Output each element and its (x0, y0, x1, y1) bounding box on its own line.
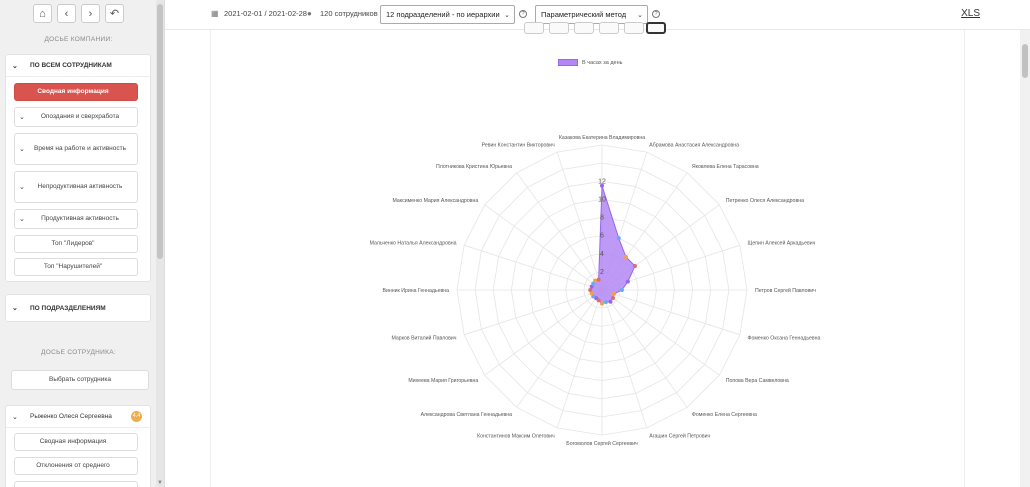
company-dossier-title: ДОСЬЕ КОМПАНИИ: (44, 36, 113, 43)
sidebar-item-top-violators[interactable]: Топ "Нарушителей" (14, 258, 138, 276)
chart-tool-button-active[interactable] (646, 22, 666, 34)
nav-buttons: ⌂ ‹ › ↶ (33, 4, 124, 23)
sidebar-item-unproductive[interactable]: ⌄ Непродуктивная активность (14, 171, 138, 203)
undo-icon[interactable]: ↶ (105, 4, 124, 23)
sidebar-item-productive[interactable]: ⌄ Продуктивная активность (14, 209, 138, 229)
by-departments-panel: ⌄ ПО ПОДРАЗДЕЛЕНИЯМ (5, 294, 151, 322)
by-departments-header[interactable]: ⌄ ПО ПОДРАЗДЕЛЕНИЯМ (6, 295, 150, 321)
all-employees-header[interactable]: ⌄ ПО ВСЕМ СОТРУДНИКАМ (6, 55, 150, 77)
sidebar-item-summary[interactable]: Сводная информация (14, 83, 138, 101)
legend-swatch (558, 59, 578, 66)
sidebar-item-top-leaders[interactable]: Топ "Лидеров" (14, 235, 138, 253)
chart-tool-button[interactable] (574, 22, 594, 34)
forward-icon[interactable]: › (81, 4, 100, 23)
chart-tool-button[interactable] (549, 22, 569, 34)
sidebar-item-time-at-work[interactable]: ⌄ Время на работе и активность (14, 133, 138, 165)
sidebar-item-lateness[interactable]: ⌄ Опоздания и сверхработа (14, 107, 138, 127)
top-toolbar: ▦ 2021-02-01 / 2021-02-28 ● 120 сотрудни… (165, 0, 1030, 30)
main-scroll-thumb[interactable] (1022, 44, 1028, 78)
main-scrollbar[interactable] (1020, 30, 1030, 487)
chevron-down-icon: ⌄ (12, 413, 18, 421)
chevron-down-icon: ⌄ (19, 114, 25, 121)
employee-item-deviations[interactable]: Отклонения от среднего (14, 457, 138, 475)
xls-export-link[interactable]: XLS (961, 8, 980, 19)
date-range[interactable]: 2021-02-01 / 2021-02-28 (224, 9, 307, 18)
chart-tool-button[interactable] (599, 22, 619, 34)
chevron-down-icon: ⌄ (19, 216, 25, 223)
chart-container (210, 22, 965, 487)
help-icon[interactable]: ? (652, 10, 660, 18)
sidebar: ⌂ ‹ › ↶ ДОСЬЕ КОМПАНИИ: ⌄ ПО ВСЕМ СОТРУД… (0, 0, 165, 487)
employee-rating-badge: 4.4 (131, 411, 142, 422)
chart-tool-button[interactable] (624, 22, 644, 34)
scroll-down-icon[interactable]: ▼ (156, 479, 164, 487)
employee-dossier-title: ДОСЬЕ СОТРУДНИКА: (41, 349, 116, 356)
chevron-down-icon: ⌄ (637, 11, 643, 19)
chevron-down-icon: ⌄ (12, 62, 18, 70)
employee-item-more[interactable] (14, 481, 138, 487)
sidebar-scroll-thumb[interactable] (157, 4, 163, 259)
back-icon[interactable]: ‹ (57, 4, 76, 23)
chart-legend[interactable]: В часах за день (558, 59, 623, 66)
home-icon[interactable]: ⌂ (33, 4, 52, 23)
sidebar-scrollbar[interactable]: ▼ (156, 0, 164, 487)
help-icon[interactable]: ? (519, 10, 527, 18)
employee-count: 120 сотрудников (320, 9, 378, 18)
employee-item-summary[interactable]: Сводная информация (14, 433, 138, 451)
employee-header[interactable]: ⌄ Рыженко Олеся Сергеевна (6, 406, 150, 428)
chevron-down-icon: ⌄ (19, 184, 25, 191)
calendar-icon[interactable]: ▦ (211, 9, 219, 18)
legend-label: В часах за день (582, 59, 623, 66)
chevron-down-icon: ⌄ (19, 146, 25, 153)
chevron-down-icon: ⌄ (504, 11, 510, 19)
main-content: В часах за день 2 4 6 8 10 12 Казакова Екатери… (165, 22, 1020, 487)
users-icon: ● (307, 9, 312, 18)
department-select[interactable]: 12 подразделений - по иерархии ⌄ (380, 5, 515, 24)
select-employee-button[interactable]: Выбрать сотрудника (11, 370, 149, 390)
chart-tool-button[interactable] (524, 22, 544, 34)
chevron-down-icon: ⌄ (12, 305, 18, 312)
